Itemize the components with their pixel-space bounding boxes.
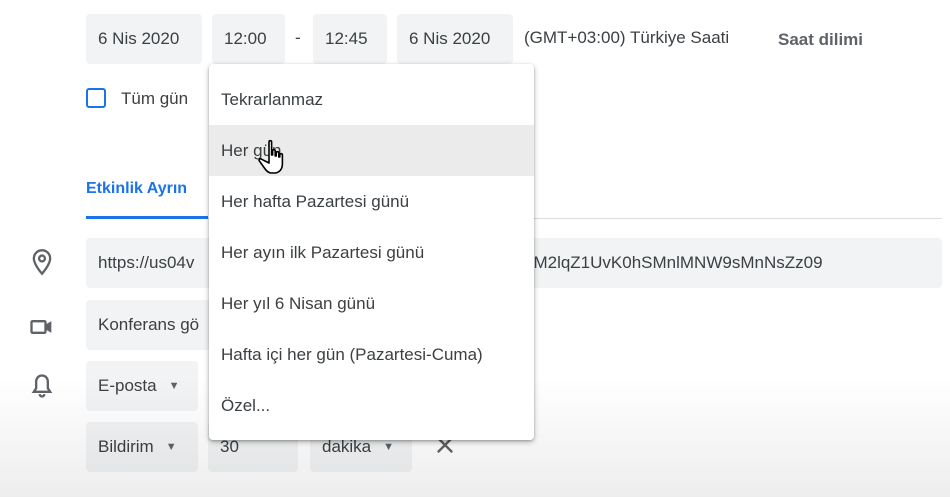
location-pin-icon: [32, 249, 52, 276]
dropdown-arrow-icon: ▼: [168, 380, 180, 392]
all-day-label: Tüm gün: [121, 89, 189, 108]
start-date-button[interactable]: 6 Nis 2020: [86, 14, 202, 64]
location-value-start: https://us04v: [98, 253, 195, 272]
end-date-button[interactable]: 6 Nis 2020: [397, 14, 513, 64]
start-time-button[interactable]: 12:00: [212, 14, 285, 64]
location-value-end: uM2lqZ1UvK0hSMnlMNW9sMnNsZz09: [524, 253, 823, 272]
menu-item-weekdays[interactable]: Hafta içi her gün (Pazartesi-Cuma): [209, 329, 534, 380]
end-time-button[interactable]: 12:45: [313, 14, 387, 64]
dropdown-arrow-icon: ▼: [383, 441, 395, 453]
notification-amount-value: 30: [220, 437, 239, 456]
time-separator: -: [295, 28, 301, 47]
repeat-dropdown-menu: Tekrarlanmaz Her gün Her hafta Pazartesi…: [209, 64, 534, 440]
end-date-label: 6 Nis 2020: [409, 29, 491, 48]
bell-icon: [31, 374, 53, 398]
notification-type-select[interactable]: E-posta ▼: [86, 361, 198, 411]
menu-item-weekly[interactable]: Her hafta Pazartesi günü: [209, 176, 534, 227]
notification2-type-select[interactable]: Bildirim ▼: [86, 422, 198, 472]
all-day-checkbox[interactable]: [86, 88, 106, 108]
start-time-label: 12:00: [224, 29, 267, 48]
menu-item-yearly[interactable]: Her yıl 6 Nisan günü: [209, 278, 534, 329]
menu-item-monthly[interactable]: Her ayın ilk Pazartesi günü: [209, 227, 534, 278]
video-camera-icon: [30, 320, 52, 334]
timezone-text: (GMT+03:00) Türkiye Saati: [524, 28, 730, 47]
menu-item-does-not-repeat[interactable]: Tekrarlanmaz: [209, 74, 534, 125]
dropdown-arrow-icon: ▼: [165, 441, 177, 453]
hand-cursor-icon: [258, 139, 284, 174]
start-date-label: 6 Nis 2020: [98, 29, 180, 48]
notification-unit-label: dakika: [322, 437, 372, 456]
conference-label: Konferans gö: [98, 315, 200, 334]
conference-button[interactable]: Konferans gö: [86, 300, 226, 350]
notification-type-label: E-posta: [98, 376, 157, 395]
tab-event-details[interactable]: Etkinlik Ayrın: [86, 180, 187, 198]
tab-active-indicator: [86, 216, 208, 219]
timezone-button[interactable]: Saat dilimi: [778, 30, 863, 50]
notification2-type-label: Bildirim: [98, 437, 154, 456]
end-time-label: 12:45: [325, 29, 368, 48]
menu-item-custom[interactable]: Özel...: [209, 380, 534, 431]
